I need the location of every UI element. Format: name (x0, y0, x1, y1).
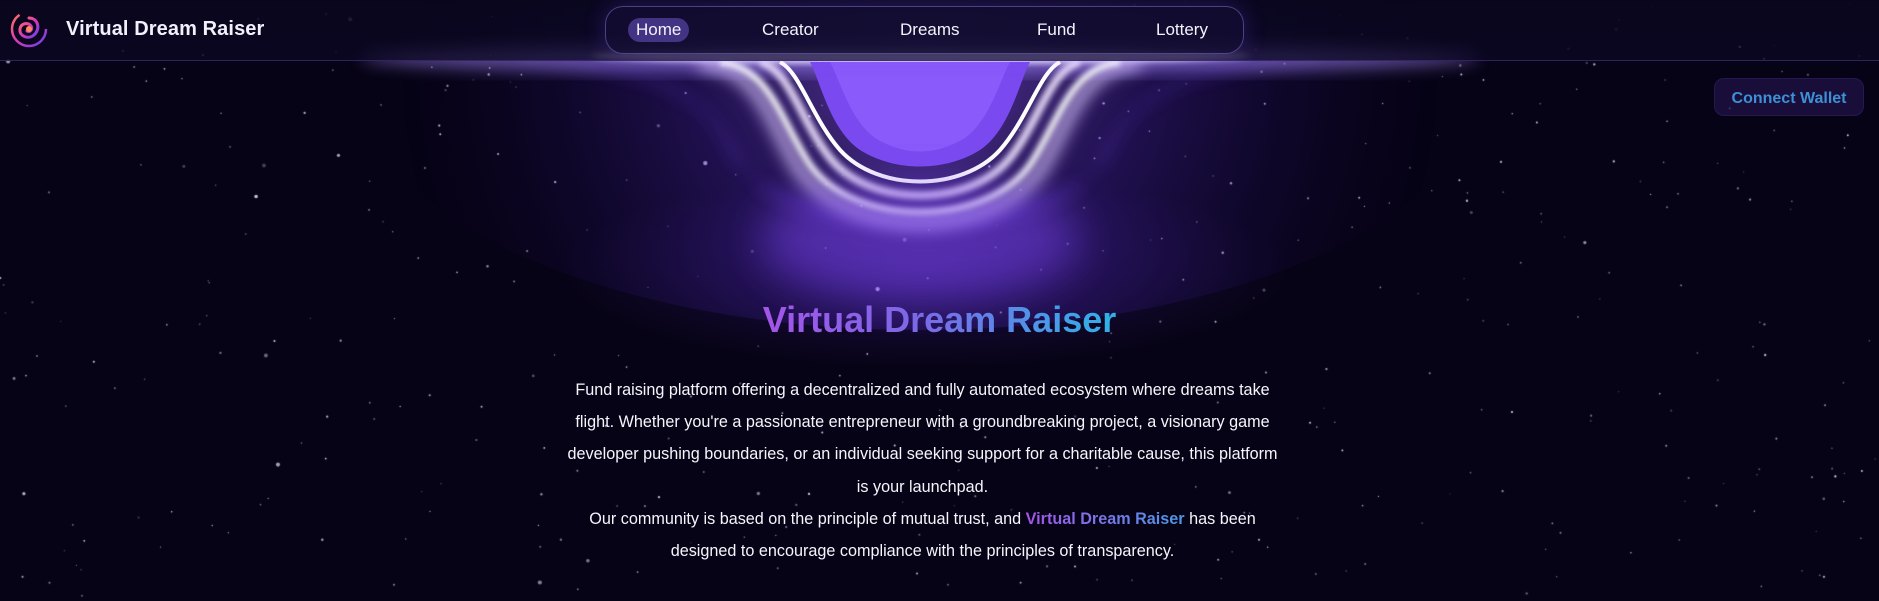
nav-item-dreams[interactable]: Dreams (900, 18, 960, 42)
page: Virtual Dream Raiser Home Creator Dreams… (0, 0, 1879, 601)
nav-item-lottery[interactable]: Lottery (1156, 18, 1208, 42)
brand[interactable]: Virtual Dream Raiser (10, 9, 264, 49)
nav-item-fund[interactable]: Fund (1037, 18, 1076, 42)
hero-paragraph-1: Fund raising platform offering a decentr… (567, 381, 1278, 496)
nav-item-creator[interactable]: Creator (762, 18, 819, 42)
connect-wallet-button[interactable]: Connect Wallet (1714, 78, 1864, 116)
brand-name: Virtual Dream Raiser (66, 17, 265, 40)
hero-title-text: Virtual Dream Raiser (762, 299, 1117, 340)
nav-item-home[interactable]: Home (628, 18, 690, 42)
hero-paragraph-2: Our community is based on the principle … (560, 503, 1285, 567)
main-nav: Home Creator Dreams Fund Lottery (605, 6, 1244, 54)
hero-description: Fund raising platform offering a decentr… (560, 374, 1285, 567)
hero-brand-highlight: Virtual Dream Raiser (1025, 509, 1185, 528)
spiral-logo-icon (10, 10, 48, 48)
hero-paragraph-2-start: Our community is based on the principle … (589, 509, 1026, 528)
top-header: Virtual Dream Raiser Home Creator Dreams… (0, 0, 1879, 61)
hero-title: Virtual Dream Raiser (0, 296, 1879, 344)
